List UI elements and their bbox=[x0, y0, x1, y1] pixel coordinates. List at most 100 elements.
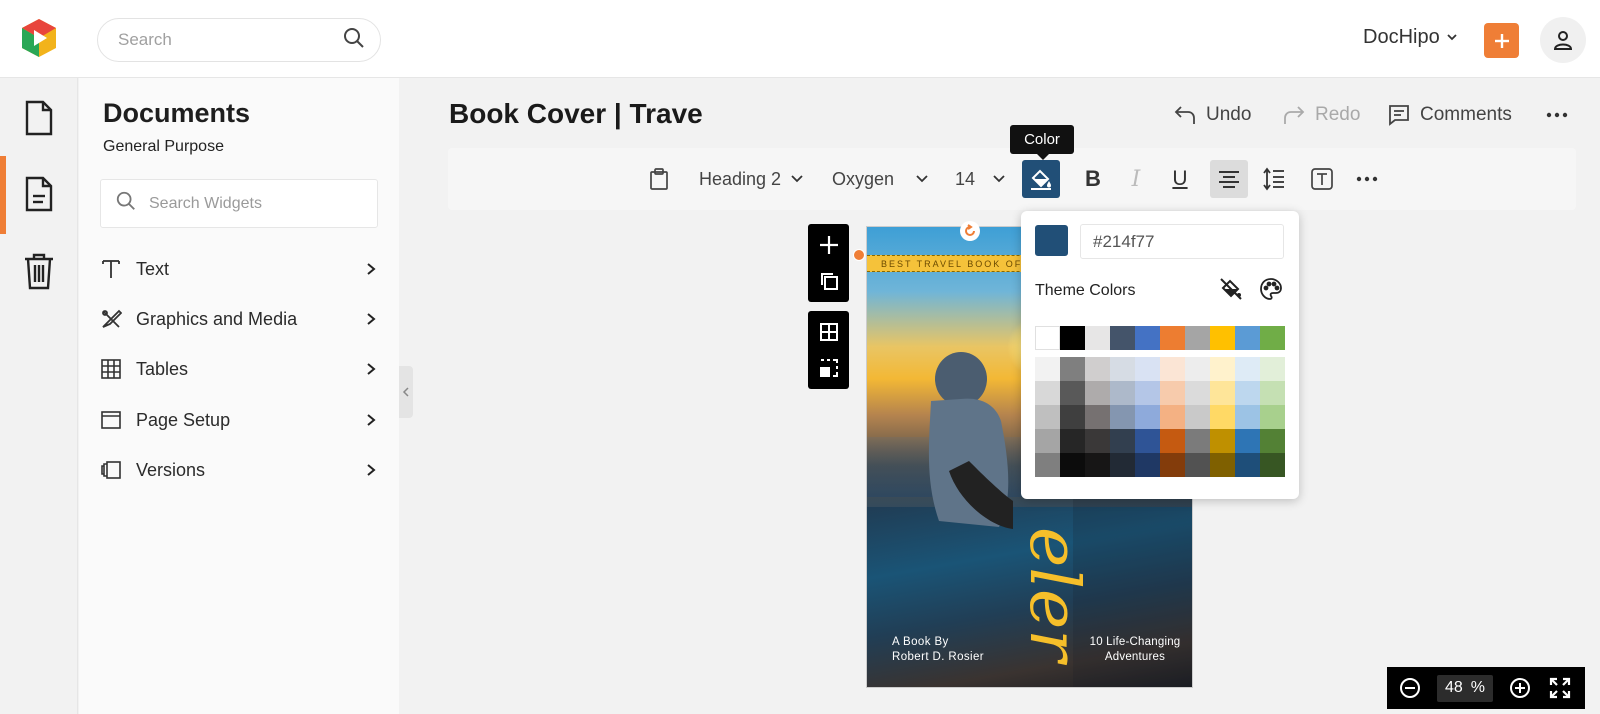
clear-color-button[interactable] bbox=[1217, 275, 1245, 303]
color-swatch[interactable] bbox=[1135, 357, 1160, 381]
color-swatch[interactable] bbox=[1060, 429, 1085, 453]
cover-byline[interactable]: A Book By Robert D. Rosier bbox=[892, 635, 984, 665]
bold-button[interactable]: B bbox=[1078, 160, 1108, 198]
color-swatch[interactable] bbox=[1235, 381, 1260, 405]
color-swatch[interactable] bbox=[1260, 429, 1285, 453]
hex-color-input[interactable] bbox=[1080, 224, 1284, 259]
document-title[interactable]: Book Cover | Trave bbox=[449, 98, 703, 130]
comments-button[interactable]: Comments bbox=[1388, 100, 1512, 130]
resize-handle[interactable] bbox=[853, 249, 865, 261]
color-swatch[interactable] bbox=[1160, 381, 1185, 405]
global-search-input[interactable] bbox=[118, 30, 342, 50]
color-swatch[interactable] bbox=[1085, 381, 1110, 405]
widget-search-input[interactable] bbox=[149, 194, 363, 213]
text-box-button[interactable] bbox=[1308, 160, 1336, 198]
more-options-button[interactable] bbox=[1546, 100, 1568, 130]
font-size-dropdown[interactable]: 14 bbox=[955, 160, 1005, 198]
duplicate-page-button[interactable] bbox=[808, 263, 849, 299]
color-swatch[interactable] bbox=[1235, 453, 1260, 477]
panel-collapse-handle[interactable] bbox=[399, 366, 413, 418]
color-swatch[interactable] bbox=[1260, 357, 1285, 381]
line-spacing-button[interactable] bbox=[1260, 160, 1288, 198]
underline-button[interactable]: U bbox=[1165, 160, 1195, 198]
color-swatch[interactable] bbox=[1060, 326, 1085, 350]
color-swatch[interactable] bbox=[1185, 381, 1210, 405]
custom-palette-button[interactable] bbox=[1257, 275, 1285, 303]
zoom-out-button[interactable] bbox=[1395, 673, 1425, 703]
color-swatch[interactable] bbox=[1235, 357, 1260, 381]
rail-item-new-document[interactable] bbox=[0, 88, 78, 148]
widget-menu-text[interactable]: Text bbox=[99, 249, 379, 289]
cover-tagline[interactable]: 10 Life-Changing Adventures bbox=[1080, 635, 1190, 665]
zoom-level[interactable]: 48 % bbox=[1437, 674, 1493, 702]
widget-menu-graphics[interactable]: Graphics and Media bbox=[99, 299, 379, 339]
color-swatch[interactable] bbox=[1135, 326, 1160, 350]
color-swatch[interactable] bbox=[1085, 429, 1110, 453]
color-swatch[interactable] bbox=[1060, 357, 1085, 381]
color-swatch[interactable] bbox=[1085, 405, 1110, 429]
color-swatch[interactable] bbox=[1210, 381, 1235, 405]
user-avatar[interactable] bbox=[1540, 17, 1586, 63]
italic-button[interactable]: I bbox=[1121, 160, 1151, 198]
color-swatch[interactable] bbox=[1135, 381, 1160, 405]
color-swatch[interactable] bbox=[1110, 429, 1135, 453]
color-swatch[interactable] bbox=[1210, 429, 1235, 453]
grid-button[interactable] bbox=[808, 314, 849, 350]
color-swatch[interactable] bbox=[1035, 453, 1060, 477]
account-switcher[interactable]: DocHipo bbox=[1363, 26, 1458, 49]
add-page-button[interactable] bbox=[808, 227, 849, 263]
color-swatch[interactable] bbox=[1160, 357, 1185, 381]
color-swatch[interactable] bbox=[1060, 381, 1085, 405]
color-swatch[interactable] bbox=[1135, 453, 1160, 477]
select-area-button[interactable] bbox=[808, 350, 849, 386]
search-icon[interactable] bbox=[342, 26, 366, 55]
color-swatch[interactable] bbox=[1260, 405, 1285, 429]
color-swatch[interactable] bbox=[1110, 381, 1135, 405]
color-swatch[interactable] bbox=[1135, 405, 1160, 429]
color-swatch[interactable] bbox=[1085, 357, 1110, 381]
color-swatch[interactable] bbox=[1235, 326, 1260, 350]
current-color-swatch[interactable] bbox=[1035, 225, 1068, 256]
color-swatch[interactable] bbox=[1210, 453, 1235, 477]
align-center-button[interactable] bbox=[1210, 160, 1248, 198]
dochipo-logo-icon[interactable] bbox=[18, 17, 60, 59]
color-swatch[interactable] bbox=[1085, 326, 1110, 350]
color-swatch[interactable] bbox=[1035, 381, 1060, 405]
widget-menu-versions[interactable]: Versions bbox=[99, 450, 379, 490]
color-swatch[interactable] bbox=[1110, 453, 1135, 477]
color-swatch[interactable] bbox=[1210, 326, 1235, 350]
color-swatch[interactable] bbox=[1160, 453, 1185, 477]
color-swatch[interactable] bbox=[1110, 405, 1135, 429]
color-swatch[interactable] bbox=[1085, 453, 1110, 477]
color-swatch[interactable] bbox=[1210, 405, 1235, 429]
color-swatch[interactable] bbox=[1110, 357, 1135, 381]
color-swatch[interactable] bbox=[1060, 405, 1085, 429]
text-style-dropdown[interactable]: Heading 2 bbox=[699, 160, 803, 198]
color-swatch[interactable] bbox=[1035, 326, 1060, 350]
color-swatch[interactable] bbox=[1235, 429, 1260, 453]
color-swatch[interactable] bbox=[1035, 405, 1060, 429]
color-swatch[interactable] bbox=[1035, 357, 1060, 381]
color-swatch[interactable] bbox=[1160, 405, 1185, 429]
color-swatch[interactable] bbox=[1060, 453, 1085, 477]
color-swatch[interactable] bbox=[1035, 429, 1060, 453]
color-swatch[interactable] bbox=[1185, 357, 1210, 381]
zoom-in-button[interactable] bbox=[1505, 673, 1535, 703]
undo-button[interactable]: Undo bbox=[1174, 100, 1251, 130]
text-color-button[interactable] bbox=[1022, 160, 1060, 198]
color-swatch[interactable] bbox=[1210, 357, 1235, 381]
color-swatch[interactable] bbox=[1260, 453, 1285, 477]
widget-menu-tables[interactable]: Tables bbox=[99, 349, 379, 389]
color-swatch[interactable] bbox=[1185, 326, 1210, 350]
color-swatch[interactable] bbox=[1135, 429, 1160, 453]
color-swatch[interactable] bbox=[1185, 429, 1210, 453]
color-swatch[interactable] bbox=[1160, 429, 1185, 453]
global-search[interactable] bbox=[97, 18, 381, 62]
widget-search[interactable] bbox=[100, 179, 378, 228]
color-swatch[interactable] bbox=[1110, 326, 1135, 350]
redo-button[interactable]: Redo bbox=[1283, 100, 1360, 130]
color-swatch[interactable] bbox=[1260, 326, 1285, 350]
color-swatch[interactable] bbox=[1185, 453, 1210, 477]
widget-menu-page-setup[interactable]: Page Setup bbox=[99, 400, 379, 440]
color-swatch[interactable] bbox=[1160, 326, 1185, 350]
